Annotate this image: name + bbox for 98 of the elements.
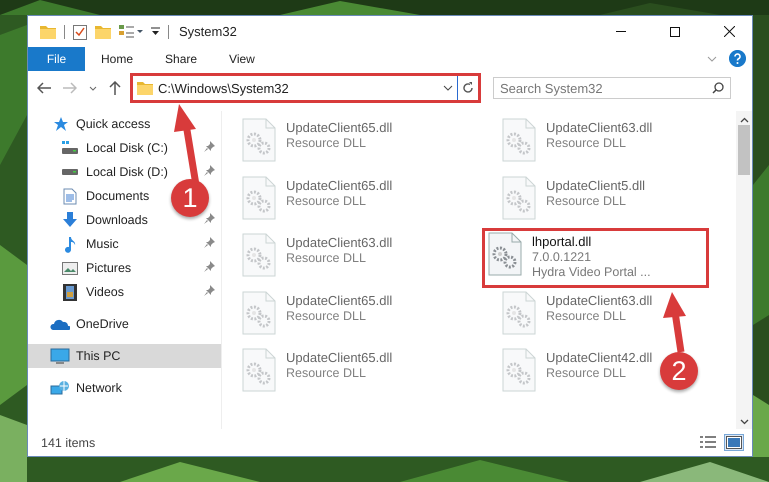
address-field[interactable]: C:\Windows\System32 <box>133 76 458 100</box>
pin-icon[interactable] <box>204 165 215 176</box>
file-name: UpdateClient63.dll <box>546 120 652 135</box>
network-icon <box>50 380 70 396</box>
nav-item[interactable]: Documents <box>28 184 156 208</box>
nav-item[interactable]: Pictures <box>28 256 138 280</box>
ribbon-tab[interactable]: View <box>213 47 271 71</box>
monitor-icon <box>50 348 70 364</box>
gear-file-icon <box>242 176 276 220</box>
search-field[interactable]: Search System32 <box>493 77 731 99</box>
minimize-icon <box>616 31 626 32</box>
file-name: UpdateClient65.dll <box>286 292 392 308</box>
file-detail: Resource DLL <box>286 194 367 208</box>
gear-file-icon <box>242 348 276 392</box>
file-name: UpdateClient65.dll <box>286 120 392 135</box>
tiles-view-button[interactable] <box>724 434 744 451</box>
file-detail: 7.0.0.1221 <box>532 250 592 264</box>
file-name: UpdateClient63.dll <box>546 292 652 308</box>
file-name: UpdateClient65.dll <box>286 178 392 192</box>
file-item[interactable]: UpdateClient65.dll Resource DLL <box>224 345 392 402</box>
nav-item[interactable]: This PC <box>28 344 221 368</box>
file-name: UpdateClient5.dll <box>546 178 646 192</box>
pin-icon[interactable] <box>204 285 215 296</box>
gear-file-icon <box>502 176 536 220</box>
film-icon <box>63 284 77 300</box>
file-item[interactable]: UpdateClient63.dll Resource DLL <box>484 288 652 345</box>
file-item[interactable]: UpdateClient65.dll Resource DLL <box>224 172 392 230</box>
properties-icon[interactable] <box>73 24 87 40</box>
file-item[interactable]: UpdateClient63.dll Resource DLL <box>484 115 652 172</box>
scroll-up-icon[interactable] <box>740 117 748 123</box>
gear-file-icon <box>242 233 276 277</box>
back-button[interactable] <box>34 82 54 94</box>
file-name: UpdateClient65.dll <box>286 350 392 365</box>
view-menu-icon[interactable] <box>119 24 143 38</box>
close-icon <box>724 26 734 37</box>
download-arrow-icon <box>62 212 78 228</box>
file-detail: Resource DLL <box>546 308 627 322</box>
gear-file-icon <box>502 348 536 392</box>
pin-icon[interactable] <box>204 261 215 272</box>
file-name: lhportal.dll <box>532 234 592 249</box>
music-note-icon <box>64 236 76 252</box>
file-detail: Resource DLL <box>286 308 367 322</box>
folder-icon <box>40 24 56 38</box>
gear-file-icon <box>488 232 522 276</box>
scrollbar[interactable] <box>736 111 752 429</box>
file-detail: Resource DLL <box>546 136 627 150</box>
gear-file-icon <box>502 290 536 334</box>
file-detail: Resource DLL <box>546 366 627 380</box>
arrow <box>663 292 686 353</box>
file-item[interactable]: UpdateClient42.dll Resource DLL <box>484 345 652 402</box>
nav-item[interactable]: Downloads <box>28 208 154 232</box>
file-detail: Resource DLL <box>546 194 627 208</box>
gear-file-icon <box>242 290 276 334</box>
cloud-icon <box>50 318 70 330</box>
file-item[interactable]: UpdateClient65.dll Resource DLL <box>224 115 392 172</box>
file-name: UpdateClient63.dll <box>286 235 392 250</box>
item-count: 141 items <box>41 436 96 450</box>
ribbon-tab[interactable]: Share <box>149 47 214 71</box>
maximize-icon <box>670 26 680 36</box>
ribbon-tab[interactable]: File <box>28 47 85 71</box>
file-item[interactable]: UpdateClient63.dll Resource DLL <box>224 230 392 288</box>
ribbon-tab[interactable]: Home <box>85 47 150 71</box>
window-title: System32 <box>179 24 238 39</box>
gear-file-icon <box>502 118 536 162</box>
details-view-button[interactable] <box>698 434 718 451</box>
pin-icon[interactable] <box>204 141 215 152</box>
file-item[interactable]: UpdateClient65.dll Resource DLL <box>224 288 392 345</box>
dropdown-icon[interactable] <box>443 85 453 91</box>
file-detail: Resource DLL <box>286 136 367 150</box>
scroll-down-icon[interactable] <box>740 419 748 425</box>
document-icon <box>63 188 77 204</box>
nav-item[interactable]: Network <box>28 376 128 400</box>
file-name: UpdateClient42.dll <box>546 350 652 365</box>
pin-icon[interactable] <box>204 213 215 224</box>
file-detail: Hydra Video Portal ... <box>532 265 651 279</box>
customize-dropdown-icon[interactable] <box>151 27 160 36</box>
folder-icon <box>137 81 153 95</box>
new-folder-icon <box>95 24 111 38</box>
gear-file-icon <box>242 118 276 162</box>
file-item[interactable]: UpdateClient5.dll Resource DLL <box>484 172 646 230</box>
help-icon[interactable] <box>729 50 746 67</box>
scroll-thumb[interactable] <box>738 125 750 175</box>
file-item[interactable]: lhportal.dll 7.0.0.1221 Hydra Video Portal ... <box>482 228 709 288</box>
file-detail: Resource DLL <box>286 251 367 265</box>
nav-item[interactable]: Quick access <box>28 112 156 136</box>
nav-item[interactable]: Videos <box>28 280 130 304</box>
picture-icon <box>62 262 78 274</box>
nav-item[interactable]: Music <box>28 232 125 256</box>
file-detail: Resource DLL <box>286 366 367 380</box>
pin-icon[interactable] <box>204 237 215 248</box>
nav-item[interactable]: Local Disk (D:) <box>28 160 174 184</box>
chevron-down-icon[interactable] <box>707 56 717 62</box>
nav-item[interactable]: OneDrive <box>28 312 135 336</box>
drive-icon <box>61 168 79 176</box>
nav-item[interactable]: Local Disk (C:) <box>28 136 174 160</box>
search-icon <box>712 82 724 94</box>
drive-icon <box>61 141 79 155</box>
star-icon <box>52 116 68 132</box>
